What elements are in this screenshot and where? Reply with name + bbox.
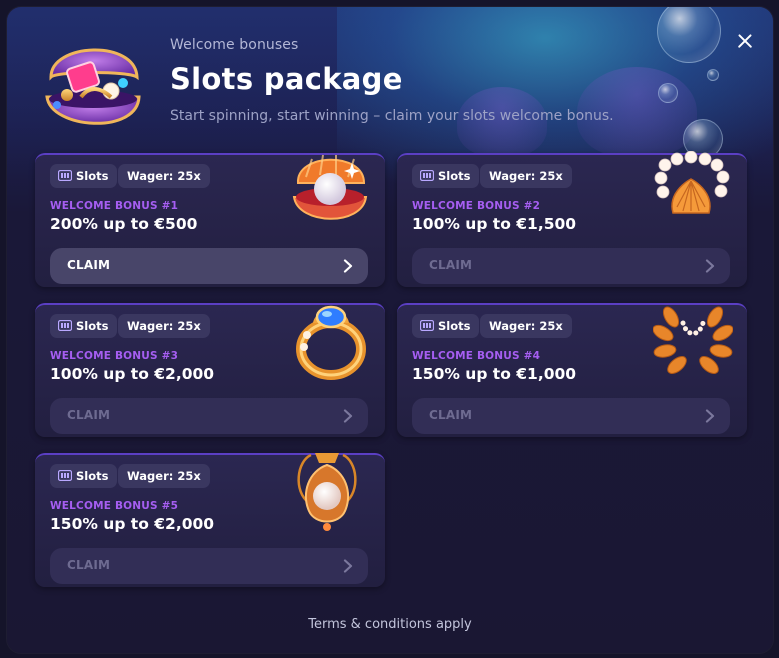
bonus-label: WELCOME BONUS #4 <box>412 350 541 362</box>
bonus-card: Slots Wager: 25x WELCOME BONUS #1 200% u… <box>35 153 385 287</box>
claim-label: CLAIM <box>429 258 473 272</box>
bonus-label: WELCOME BONUS #3 <box>50 350 179 362</box>
terms-link[interactable]: Terms & conditions apply <box>7 617 773 632</box>
chevron-right-icon <box>705 259 715 273</box>
bonus-amount: 150% up to €2,000 <box>50 515 215 533</box>
sapphire-ring-icon <box>296 305 366 380</box>
wager-chip: Wager: 25x <box>480 164 572 188</box>
slot-machine-icon <box>420 320 434 331</box>
bubble-decoration <box>707 69 719 81</box>
slots-chip: Slots <box>50 464 118 488</box>
bonus-card: Slots Wager: 25x WELCOME BONUS #5 150% u… <box>35 453 385 587</box>
wager-chip: Wager: 25x <box>480 314 572 338</box>
chevron-right-icon <box>705 409 715 423</box>
claim-label: CLAIM <box>429 408 473 422</box>
claim-button[interactable]: CLAIM <box>50 248 368 284</box>
bonus-amount: 100% up to €1,500 <box>412 215 577 233</box>
claim-label: CLAIM <box>67 558 111 572</box>
bonus-label: WELCOME BONUS #5 <box>50 500 179 512</box>
bonus-label: WELCOME BONUS #1 <box>50 200 179 212</box>
slot-machine-icon <box>58 470 72 481</box>
claim-button[interactable]: CLAIM <box>50 398 368 434</box>
pearl-bracelet-icon <box>654 151 730 214</box>
chevron-right-icon <box>343 259 353 273</box>
wager-chip: Wager: 25x <box>118 164 210 188</box>
chip-label: Slots <box>438 319 471 333</box>
slot-machine-icon <box>58 320 72 331</box>
pearl-amulet-icon <box>297 453 357 531</box>
claim-button[interactable]: CLAIM <box>412 398 730 434</box>
chip-label: Slots <box>76 319 109 333</box>
bonus-modal: Welcome bonuses Slots package Start spin… <box>7 7 773 653</box>
bonus-amount: 100% up to €2,000 <box>50 365 215 383</box>
chevron-right-icon <box>343 409 353 423</box>
claim-label: CLAIM <box>67 408 111 422</box>
bonus-amount: 150% up to €1,000 <box>412 365 577 383</box>
slots-chip: Slots <box>50 164 118 188</box>
bonus-label: WELCOME BONUS #2 <box>412 200 541 212</box>
claim-button[interactable]: CLAIM <box>50 548 368 584</box>
bonus-card: Slots Wager: 25x WELCOME BONUS #3 100% u… <box>35 303 385 437</box>
claim-button[interactable]: CLAIM <box>412 248 730 284</box>
slots-chip: Slots <box>412 314 480 338</box>
slots-chip: Slots <box>412 164 480 188</box>
close-button[interactable] <box>733 29 757 53</box>
bonus-amount: 200% up to €500 <box>50 215 198 233</box>
eyebrow-text: Welcome bonuses <box>170 37 299 53</box>
bonus-card: Slots Wager: 25x WELCOME BONUS #2 100% u… <box>397 151 747 287</box>
page-title: Slots package <box>170 62 403 96</box>
bonus-card: Slots Wager: 25x WELCOME BONUS #4 150% u… <box>397 303 747 437</box>
slot-machine-icon <box>58 170 72 181</box>
wager-chip: Wager: 25x <box>118 314 210 338</box>
chip-label: Slots <box>76 169 109 183</box>
page-subtitle: Start spinning, start winning – claim yo… <box>170 108 614 124</box>
chip-label: Slots <box>438 169 471 183</box>
slots-chip: Slots <box>50 314 118 338</box>
chip-label: Slots <box>76 469 109 483</box>
wager-chip: Wager: 25x <box>118 464 210 488</box>
chevron-right-icon <box>343 559 353 573</box>
pearl-shell-icon <box>292 154 368 220</box>
slot-machine-icon <box>420 170 434 181</box>
laurel-wreath-icon <box>653 306 733 374</box>
bubble-decoration <box>657 7 721 63</box>
bubble-decoration <box>658 83 678 103</box>
treasure-clam-icon <box>45 48 141 125</box>
claim-label: CLAIM <box>67 258 111 272</box>
